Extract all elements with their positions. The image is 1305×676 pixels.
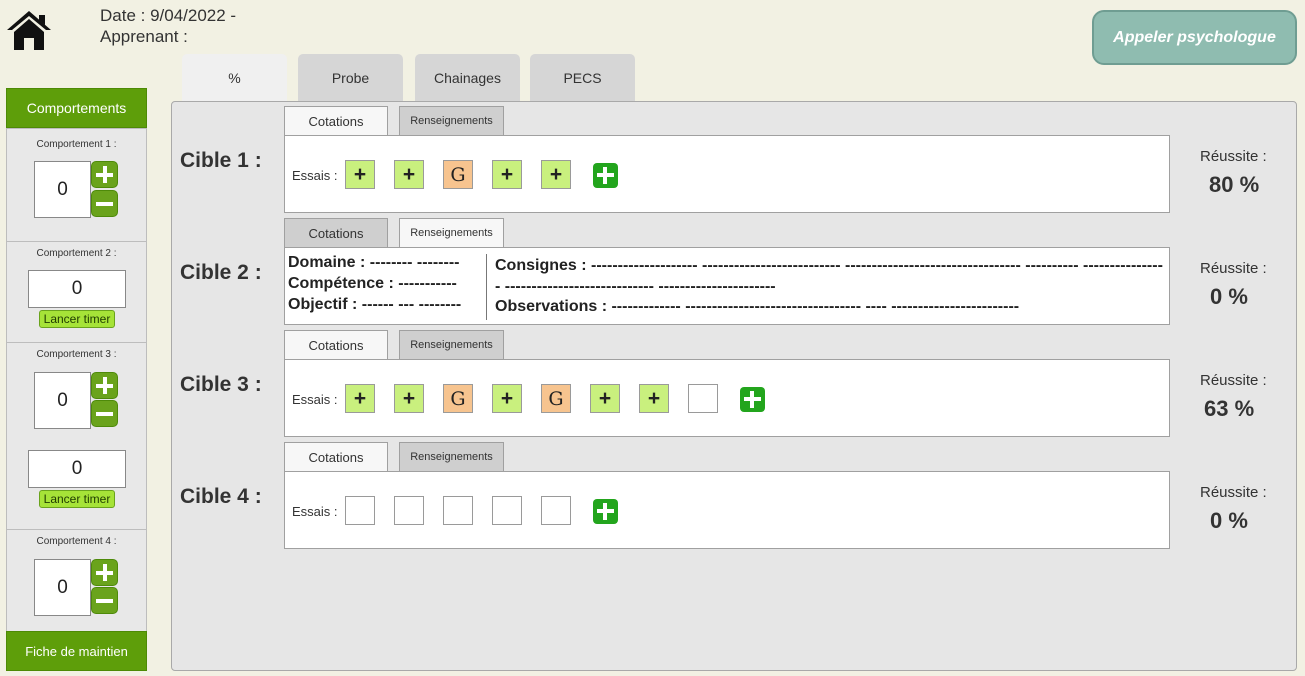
add-trial-button[interactable]: [593, 163, 618, 188]
behavior-4-decrement-button[interactable]: [91, 587, 118, 614]
cible-1-label: Cible 1 :: [180, 149, 262, 172]
behavior-4-count: 0: [34, 559, 91, 616]
behavior-4-label: Comportement 4 :: [36, 536, 117, 547]
cible-1-reussite-label: Réussite :: [1200, 148, 1267, 165]
cible-2-observations: Observations : ------------- -----------…: [495, 298, 1020, 315]
behavior-4-panel: Comportement 4 : 0: [6, 529, 147, 632]
behavior-1-increment-button[interactable]: [91, 161, 118, 188]
minus-icon: [96, 202, 113, 206]
cible-2-objectif: Objectif : ------ --- --------: [288, 296, 462, 313]
behavior-4-increment-button[interactable]: [91, 559, 118, 586]
trial-cell[interactable]: [688, 384, 718, 413]
trial-cell[interactable]: G: [443, 160, 473, 189]
cible-4-label: Cible 4 :: [180, 485, 262, 508]
behavior-3-panel: Comportement 3 : 0 0 Lancer timer: [6, 342, 147, 530]
cible-3-tab-cotations[interactable]: Cotations: [284, 330, 388, 359]
cible-1-card: Essais : + + G + +: [284, 135, 1170, 213]
tab-probe[interactable]: Probe: [298, 54, 403, 101]
trial-cell[interactable]: [443, 496, 473, 525]
cible-2-reussite-label: Réussite :: [1200, 260, 1267, 277]
behavior-1-decrement-button[interactable]: [91, 190, 118, 217]
behavior-3-label: Comportement 3 :: [36, 349, 117, 360]
cible-2-competence: Compétence : -----------: [288, 275, 457, 292]
trial-cell[interactable]: [394, 496, 424, 525]
cible-2-tab-renseignements[interactable]: Renseignements: [399, 218, 504, 247]
trial-cell[interactable]: +: [345, 160, 375, 189]
cible-4-reussite-label: Réussite :: [1200, 484, 1267, 501]
cible-4-tab-cotations[interactable]: Cotations: [284, 442, 388, 471]
behavior-3-decrement-button[interactable]: [91, 400, 118, 427]
home-icon[interactable]: [5, 8, 53, 52]
behavior-3-increment-button[interactable]: [91, 372, 118, 399]
cible-3-essais-label: Essais :: [292, 392, 338, 407]
cible-2-consignes: Consignes : -------------------- -------…: [495, 257, 1163, 295]
behavior-2-label: Comportement 2 :: [36, 248, 117, 259]
trial-cell[interactable]: +: [394, 160, 424, 189]
cible-1-tab-cotations[interactable]: Cotations: [284, 106, 388, 135]
trial-cell[interactable]: [492, 496, 522, 525]
behaviors-header-button[interactable]: Comportements: [6, 88, 147, 128]
behavior-1-panel: Comportement 1 : 0: [6, 128, 147, 242]
behavior-2-panel: Comportement 2 : 0 Lancer timer: [6, 241, 147, 343]
minus-icon: [96, 412, 113, 416]
trial-cell[interactable]: [541, 496, 571, 525]
cible-1-essais-label: Essais :: [292, 168, 338, 183]
tab-percent[interactable]: %: [182, 54, 287, 101]
trial-cell[interactable]: G: [541, 384, 571, 413]
add-trial-button[interactable]: [593, 499, 618, 524]
trial-cell[interactable]: [345, 496, 375, 525]
behavior-3-count: 0: [34, 372, 91, 429]
cible-2-reussite-value: 0 %: [1210, 284, 1248, 309]
trial-cell[interactable]: +: [541, 160, 571, 189]
cible-4-tab-renseignements[interactable]: Renseignements: [399, 442, 504, 471]
trial-cell[interactable]: +: [492, 384, 522, 413]
tab-chainages[interactable]: Chainages: [415, 54, 520, 101]
minus-icon: [96, 599, 113, 603]
cible-2-label: Cible 2 :: [180, 261, 262, 284]
cible-4-essais-label: Essais :: [292, 504, 338, 519]
cible-3-reussite-label: Réussite :: [1200, 372, 1267, 389]
maintenance-sheet-button[interactable]: Fiche de maintien: [6, 631, 147, 671]
trial-cell[interactable]: +: [590, 384, 620, 413]
behavior-2-start-timer-button[interactable]: Lancer timer: [39, 310, 115, 328]
cible-2-card: Domaine : -------- -------- Compétence :…: [284, 247, 1170, 325]
trial-cell[interactable]: +: [394, 384, 424, 413]
cible-3-card: Essais : + + G + G + +: [284, 359, 1170, 437]
cible-4-reussite-value: 0 %: [1210, 508, 1248, 533]
behavior-3-start-timer-button[interactable]: Lancer timer: [39, 490, 115, 508]
cible-3-label: Cible 3 :: [180, 373, 262, 396]
cible-3-tab-renseignements[interactable]: Renseignements: [399, 330, 504, 359]
cible-2-tab-cotations[interactable]: Cotations: [284, 218, 388, 247]
trial-cell[interactable]: +: [639, 384, 669, 413]
add-trial-button[interactable]: [740, 387, 765, 412]
tab-pecs[interactable]: PECS: [530, 54, 635, 101]
behavior-1-label: Comportement 1 :: [36, 139, 117, 150]
behavior-2-timer-value: 0: [28, 270, 126, 308]
trial-cell[interactable]: G: [443, 384, 473, 413]
cible-1-tab-renseignements[interactable]: Renseignements: [399, 106, 504, 135]
cible-3-reussite-value: 63 %: [1204, 396, 1255, 421]
cible-2-domaine: Domaine : -------- --------: [288, 254, 460, 271]
trial-cell[interactable]: +: [345, 384, 375, 413]
cible-4-card: Essais :: [284, 471, 1170, 549]
behavior-1-count: 0: [34, 161, 91, 218]
behavior-3-timer-value: 0: [28, 450, 126, 488]
session-date: Date : 9/04/2022 -: [100, 6, 237, 25]
call-psychologist-button[interactable]: Appeler psychologue: [1092, 10, 1297, 65]
cible-1-reussite-value: 80 %: [1209, 172, 1260, 197]
learner-name: Apprenant :: [100, 27, 188, 46]
cible-2-divider: [486, 254, 487, 320]
trial-cell[interactable]: +: [492, 160, 522, 189]
